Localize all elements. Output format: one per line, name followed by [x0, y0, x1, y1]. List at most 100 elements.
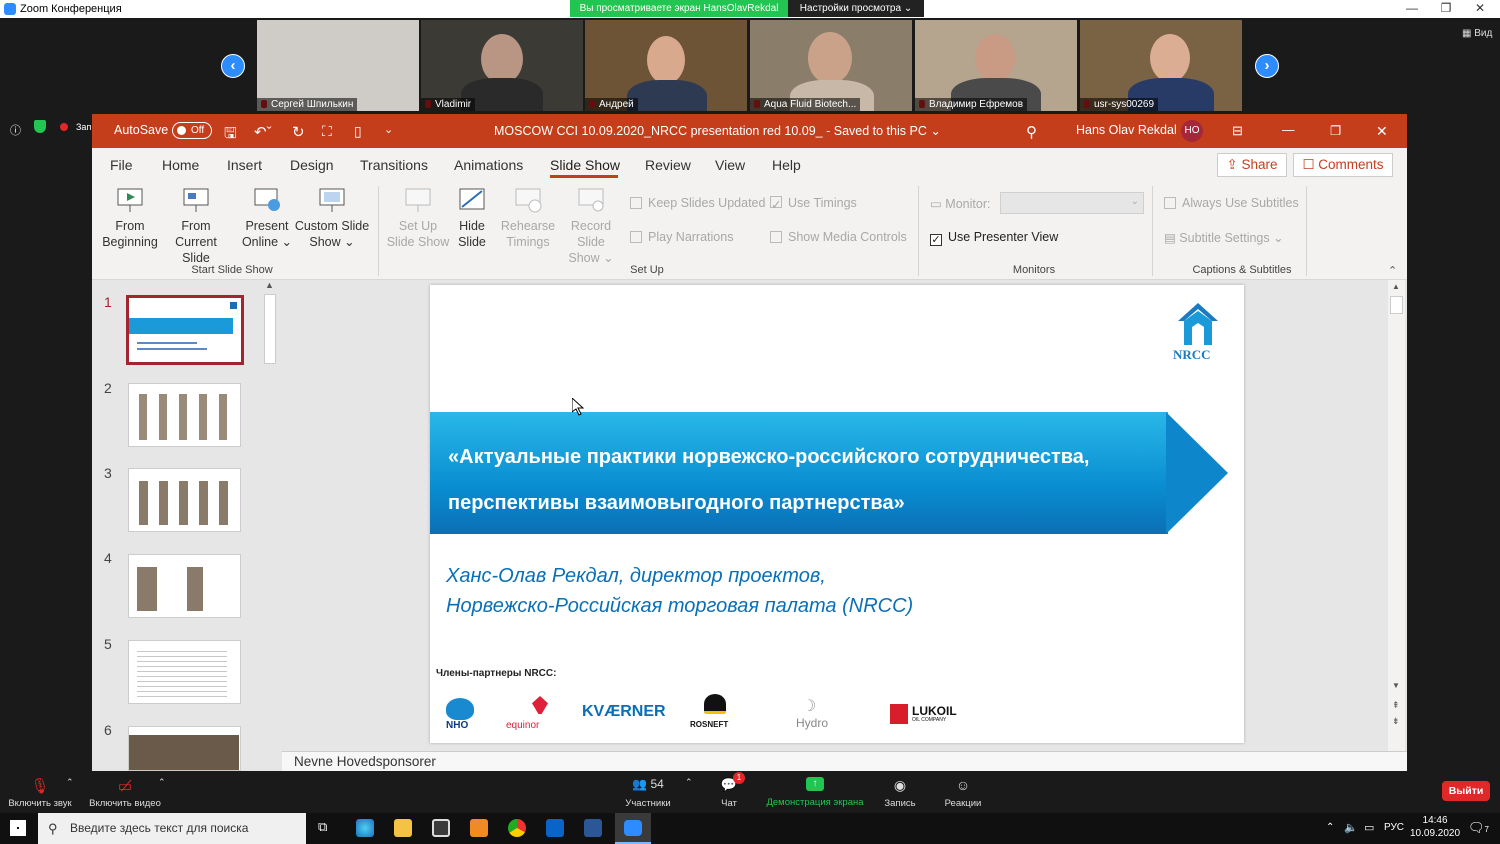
tab-help[interactable]: Help: [772, 157, 801, 173]
partners-label: Члены-партнеры NRCC:: [436, 668, 557, 679]
record-slide-show-button[interactable]: Record Slide Show ⌄: [556, 186, 626, 266]
notification-icon[interactable]: 🗨7: [1468, 820, 1489, 836]
video-tile[interactable]: Владимир Ефремов: [915, 20, 1077, 111]
windows-start-icon[interactable]: [10, 820, 26, 836]
store-icon[interactable]: [432, 819, 450, 837]
close-icon[interactable]: ✕: [1470, 1, 1490, 17]
always-use-subtitles-checkbox[interactable]: Always Use Subtitles: [1164, 196, 1299, 210]
avatar[interactable]: HO: [1181, 120, 1203, 142]
leave-button[interactable]: Выйти: [1442, 781, 1490, 801]
minimize-icon[interactable]: —: [1282, 123, 1295, 137]
rehearse-timings-button[interactable]: Rehearse Timings: [500, 186, 556, 250]
slide-title-line-2: перспективы взаимовыгодного партнерства»: [448, 492, 905, 514]
customize-qat-icon[interactable]: ⌄: [384, 123, 393, 136]
prev-page-icon[interactable]: ‹: [221, 54, 245, 78]
reactions-button[interactable]: ☺ Реакции: [942, 777, 984, 809]
video-tile[interactable]: usr-sys00269: [1080, 20, 1242, 111]
undo-icon[interactable]: ↶ˇ: [254, 123, 272, 141]
file-explorer-icon[interactable]: [394, 819, 412, 837]
word-icon[interactable]: [584, 819, 602, 837]
from-beginning-button[interactable]: From Beginning: [102, 186, 158, 250]
view-options-button[interactable]: Настройки просмотра ⌄: [788, 0, 924, 17]
comments-button[interactable]: ☐ Comments: [1293, 153, 1393, 177]
taskbar-search-input[interactable]: ⚲ Введите здесь текст для поиска: [38, 813, 306, 844]
share-screen-button[interactable]: ↑ Демонстрация экрана: [764, 777, 866, 808]
chrome-icon[interactable]: [508, 819, 526, 837]
present-online-button[interactable]: Present Online ⌄: [240, 186, 294, 250]
start-video-button[interactable]: ▭̸ Включить видео: [86, 777, 164, 809]
video-tile[interactable]: Vladimir: [421, 20, 583, 111]
tab-animations[interactable]: Animations: [454, 157, 523, 173]
security-shield-icon[interactable]: [34, 120, 46, 133]
tray-chevron-icon[interactable]: ⌃: [1326, 822, 1334, 833]
slide-thumbnail[interactable]: [128, 726, 241, 771]
media-player-icon[interactable]: [470, 819, 488, 837]
show-media-controls-checkbox[interactable]: Show Media Controls: [770, 230, 907, 244]
tab-file[interactable]: File: [110, 157, 133, 173]
hide-slide-button[interactable]: Hide Slide: [452, 186, 492, 250]
tab-design[interactable]: Design: [290, 157, 334, 173]
volume-icon[interactable]: 🔈: [1344, 821, 1358, 834]
keep-slides-updated-checkbox[interactable]: Keep Slides Updated: [630, 196, 765, 210]
presenter-view-checkbox[interactable]: ✓ Use Presenter View: [930, 230, 1058, 246]
chevron-up-icon[interactable]: ⌃: [685, 777, 693, 788]
new-file-icon[interactable]: ▯: [354, 123, 362, 140]
notes-pane[interactable]: Nevne Hovedsponsorer: [282, 751, 1407, 771]
tab-view[interactable]: View: [715, 157, 745, 173]
thumbnail-scrollbar[interactable]: ▲: [262, 280, 278, 771]
view-button[interactable]: ▦ Вид: [1462, 28, 1492, 39]
record-button[interactable]: ◉ Запись: [880, 777, 920, 809]
network-icon[interactable]: ▭: [1364, 821, 1374, 834]
from-current-slide-button[interactable]: From Current Slide: [160, 186, 232, 266]
language-indicator[interactable]: РУС: [1384, 822, 1404, 833]
slide-thumbnail[interactable]: [126, 295, 244, 365]
redo-icon[interactable]: ↻: [292, 123, 305, 141]
maximize-icon[interactable]: ❐: [1436, 1, 1456, 17]
video-tile[interactable]: Андрей: [585, 20, 747, 111]
slide-thumbnail[interactable]: [128, 554, 241, 618]
present-icon[interactable]: ⛶: [322, 123, 332, 140]
participants-button[interactable]: 👥 54 Участники: [620, 777, 676, 809]
document-title[interactable]: MOSCOW CCI 10.09.2020_NRCC presentation …: [494, 123, 941, 138]
collapse-ribbon-icon[interactable]: ⌃: [1388, 264, 1397, 277]
tab-review[interactable]: Review: [645, 157, 691, 173]
tab-slide-show[interactable]: Slide Show: [550, 157, 620, 173]
chat-button[interactable]: 💬 1 Чат: [712, 772, 746, 809]
monitor-select[interactable]: ⌄: [1000, 192, 1144, 214]
chevron-up-icon[interactable]: ⌃: [158, 777, 166, 788]
user-name[interactable]: Hans Olav Rekdal: [1076, 123, 1177, 137]
tab-insert[interactable]: Insert: [227, 157, 262, 173]
info-icon[interactable]: ⓘ: [10, 122, 21, 138]
chevron-up-icon[interactable]: ⌃: [66, 777, 74, 788]
close-icon[interactable]: ✕: [1376, 123, 1388, 140]
save-icon[interactable]: 🖫: [224, 123, 237, 148]
slide-scrollbar[interactable]: ▲ ▼ ⇞ ⇟: [1388, 280, 1405, 751]
restore-icon[interactable]: ❐: [1330, 123, 1341, 138]
unmute-button[interactable]: 🎙 Включить звук: [6, 777, 74, 809]
taskbar-clock[interactable]: 14:46 10.09.2020: [1410, 814, 1460, 840]
slide-thumbnail[interactable]: [128, 468, 241, 532]
autosave-toggle[interactable]: Off: [172, 122, 212, 139]
zoom-taskbar-item[interactable]: [615, 813, 651, 844]
play-narrations-checkbox[interactable]: Play Narrations: [630, 230, 733, 244]
next-page-icon[interactable]: ›: [1255, 54, 1279, 78]
subtitle-settings-button[interactable]: ▤ Subtitle Settings ⌄: [1164, 230, 1284, 245]
partner-logo: Hydro: [796, 716, 829, 730]
outlook-icon[interactable]: [546, 819, 564, 837]
slide-thumbnail[interactable]: [128, 383, 241, 447]
custom-slide-show-button[interactable]: Custom Slide Show ⌄: [294, 186, 370, 250]
video-tile[interactable]: Сергей Шпилькин: [257, 20, 419, 111]
video-tile[interactable]: Aqua Fluid Biotech...: [750, 20, 912, 111]
ribbon-display-icon[interactable]: ⊟: [1232, 123, 1243, 139]
tab-transitions[interactable]: Transitions: [360, 157, 428, 173]
tab-home[interactable]: Home: [162, 157, 199, 173]
use-timings-checkbox[interactable]: ✓ Use Timings: [770, 196, 857, 212]
share-button[interactable]: ⇪ Share: [1217, 153, 1287, 177]
search-icon[interactable]: ⚲: [1026, 123, 1037, 141]
slide-thumbnail[interactable]: [128, 640, 241, 704]
set-up-slide-show-button[interactable]: Set Up Slide Show: [386, 186, 450, 250]
minimize-icon[interactable]: —: [1402, 1, 1422, 17]
title-banner-arrow: [1166, 412, 1228, 534]
task-view-icon[interactable]: ⧉: [318, 819, 327, 835]
edge-icon[interactable]: [356, 819, 374, 837]
